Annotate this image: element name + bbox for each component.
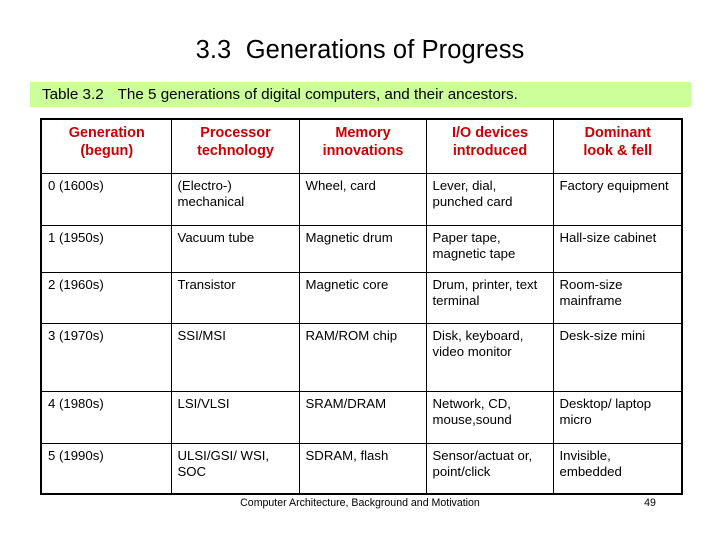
cell-processor: ULSI/GSI/ WSI, SOC [170, 442, 300, 495]
cell-generation: 0 (1600s) [40, 172, 172, 226]
cell-generation: 5 (1990s) [40, 442, 172, 495]
cell-memory: Wheel, card [298, 172, 427, 226]
column-header-processor: Processor technology [170, 118, 300, 174]
cell-generation: 2 (1960s) [40, 271, 172, 324]
generations-table: Generation (begun) Processor technology … [40, 118, 683, 495]
cell-memory: Magnetic drum [298, 224, 427, 273]
page-title: 3.3 Generations of Progress [195, 36, 525, 64]
cell-look: Hall-size cabinet [552, 224, 683, 273]
cell-look: Desktop/ laptop micro [552, 390, 683, 444]
table-row: 3 (1970s) SSI/MSI RAM/ROM chip Disk, key… [40, 322, 683, 392]
cell-processor: Transistor [170, 271, 300, 324]
cell-io: Lever, dial, punched card [425, 172, 554, 226]
table-caption-banner: Table 3.2 The 5 generations of digital c… [30, 82, 691, 107]
cell-look: Factory equipment [552, 172, 683, 226]
cell-memory: RAM/ROM chip [298, 322, 427, 392]
column-header-generation: Generation (begun) [40, 118, 172, 174]
cell-processor: LSI/VLSI [170, 390, 300, 444]
cell-processor: SSI/MSI [170, 322, 300, 392]
slide-canvas: 3.3 Generations of Progress Table 3.2 Th… [0, 0, 720, 540]
cell-io: Network, CD, mouse,sound [425, 390, 554, 444]
cell-io: Sensor/actuat or, point/click [425, 442, 554, 495]
cell-look: Desk-size mini [552, 322, 683, 392]
cell-generation: 4 (1980s) [40, 390, 172, 444]
column-header-memory: Memory innovations [298, 118, 427, 174]
cell-processor: (Electro-) mechanical [170, 172, 300, 226]
column-header-dominant-look: Dominant look & fell [552, 118, 683, 174]
page-number: 49 [644, 497, 656, 509]
table-row: 1 (1950s) Vacuum tube Magnetic drum Pape… [40, 224, 683, 273]
cell-io: Disk, keyboard, video monitor [425, 322, 554, 392]
cell-processor: Vacuum tube [170, 224, 300, 273]
table-caption-label: Table 3.2 [42, 86, 104, 103]
cell-memory: Magnetic core [298, 271, 427, 324]
cell-look: Room-size mainframe [552, 271, 683, 324]
table-row: 0 (1600s) (Electro-) mechanical Wheel, c… [40, 172, 683, 226]
table-caption-text: The 5 generations of digital computers, … [117, 86, 518, 103]
cell-io: Drum, printer, text terminal [425, 271, 554, 324]
table-row: 2 (1960s) Transistor Magnetic core Drum,… [40, 271, 683, 324]
table-row: 4 (1980s) LSI/VLSI SRAM/DRAM Network, CD… [40, 390, 683, 444]
table-row: 5 (1990s) ULSI/GSI/ WSI, SOC SDRAM, flas… [40, 442, 683, 495]
cell-memory: SDRAM, flash [298, 442, 427, 495]
cell-generation: 3 (1970s) [40, 322, 172, 392]
column-header-io-devices: I/O devices introduced [425, 118, 554, 174]
cell-memory: SRAM/DRAM [298, 390, 427, 444]
cell-look: Invisible, embedded [552, 442, 683, 495]
table-header-row: Generation (begun) Processor technology … [40, 118, 683, 174]
cell-generation: 1 (1950s) [40, 224, 172, 273]
cell-io: Paper tape, magnetic tape [425, 224, 554, 273]
footer-text: Computer Architecture, Background and Mo… [240, 497, 480, 509]
